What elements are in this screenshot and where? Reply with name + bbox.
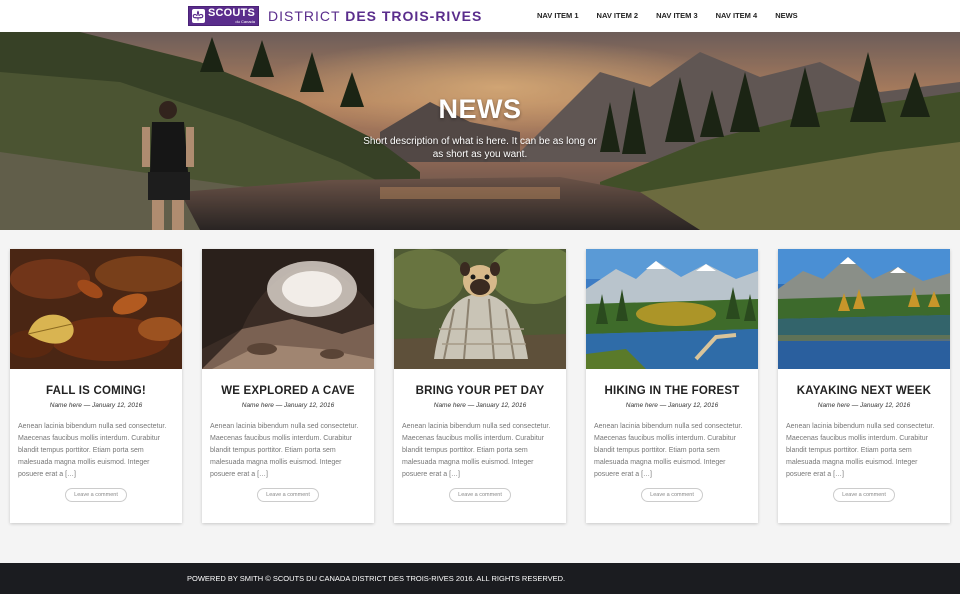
nav-item-news[interactable]: NEWS [775,11,798,20]
footer-copyright: POWERED BY SMITH © SCOUTS DU CANADA DIST… [187,574,566,583]
nav-item-1[interactable]: NAV ITEM 1 [537,11,579,20]
leave-comment-button[interactable]: Leave a comment [65,488,127,502]
post-card: WE EXPLORED A CAVE Name here — January 1… [202,249,374,523]
post-meta: Name here — January 12, 2016 [49,402,143,409]
post-title[interactable]: WE EXPLORED A CAVE [202,385,374,397]
nav-item-4[interactable]: NAV ITEM 4 [716,11,758,20]
post-meta: Name here — January 12, 2016 [817,402,911,409]
post-meta: Name here — January 12, 2016 [625,402,719,409]
post-meta: Name here — January 12, 2016 [433,402,527,409]
post-title[interactable]: KAYAKING NEXT WEEK [778,385,950,397]
post-card: BRING YOUR PET DAY Name here — January 1… [394,249,566,523]
hero-banner: NEWS Short description of what is here. … [0,32,960,230]
hero-landscape-image [0,32,960,230]
post-meta: Name here — January 12, 2016 [241,402,335,409]
news-post-grid: FALL IS COMING! Name here — January 12, … [10,249,950,523]
post-excerpt: Aenean lacinia bibendum nulla sed consec… [786,423,935,478]
site-logo[interactable]: SCOUTS du Canada DISTRICT DES TROIS-RIVE… [188,6,482,26]
post-card: KAYAKING NEXT WEEK Name here — January 1… [778,249,950,523]
post-card: FALL IS COMING! Name here — January 12, … [10,249,182,523]
leave-comment-button[interactable]: Leave a comment [257,488,319,502]
leave-comment-button[interactable]: Leave a comment [449,488,511,502]
post-title[interactable]: FALL IS COMING! [10,385,182,397]
post-excerpt: Aenean lacinia bibendum nulla sed consec… [18,423,167,478]
main-nav: NAV ITEM 1 NAV ITEM 2 NAV ITEM 3 NAV ITE… [537,11,816,20]
hero-title: NEWS [438,94,522,124]
nav-item-3[interactable]: NAV ITEM 3 [656,11,698,20]
logo-word: SCOUTS [207,7,255,19]
post-image-pug-in-blanket[interactable] [394,249,566,369]
post-card: HIKING IN THE FOREST Name here — January… [586,249,758,523]
leave-comment-button[interactable]: Leave a comment [641,488,703,502]
post-title[interactable]: HIKING IN THE FOREST [586,385,758,397]
post-title[interactable]: BRING YOUR PET DAY [394,385,566,397]
leave-comment-button[interactable]: Leave a comment [833,488,895,502]
post-image-cave[interactable] [202,249,374,369]
fleur-de-lis-icon [192,9,205,23]
scouts-logo-badge: SCOUTS du Canada [188,6,259,26]
post-image-mountain-lake[interactable] [778,249,950,369]
hero-description: Short description of what is here. It ca… [363,136,597,160]
district-name-light: DISTRICT [268,8,346,24]
post-image-forest-lake[interactable] [586,249,758,369]
district-name: DISTRICT DES TROIS-RIVES [268,8,482,24]
post-excerpt: Aenean lacinia bibendum nulla sed consec… [594,423,743,478]
site-header: SCOUTS du Canada DISTRICT DES TROIS-RIVE… [0,0,960,32]
logo-subtitle: du Canada [235,19,255,24]
district-name-bold: DES TROIS-RIVES [345,8,483,24]
nav-item-2[interactable]: NAV ITEM 2 [597,11,639,20]
post-image-autumn-leaves[interactable] [10,249,182,369]
site-footer: POWERED BY SMITH © SCOUTS DU CANADA DIST… [0,563,960,594]
post-excerpt: Aenean lacinia bibendum nulla sed consec… [210,423,359,478]
post-excerpt: Aenean lacinia bibendum nulla sed consec… [402,423,551,478]
